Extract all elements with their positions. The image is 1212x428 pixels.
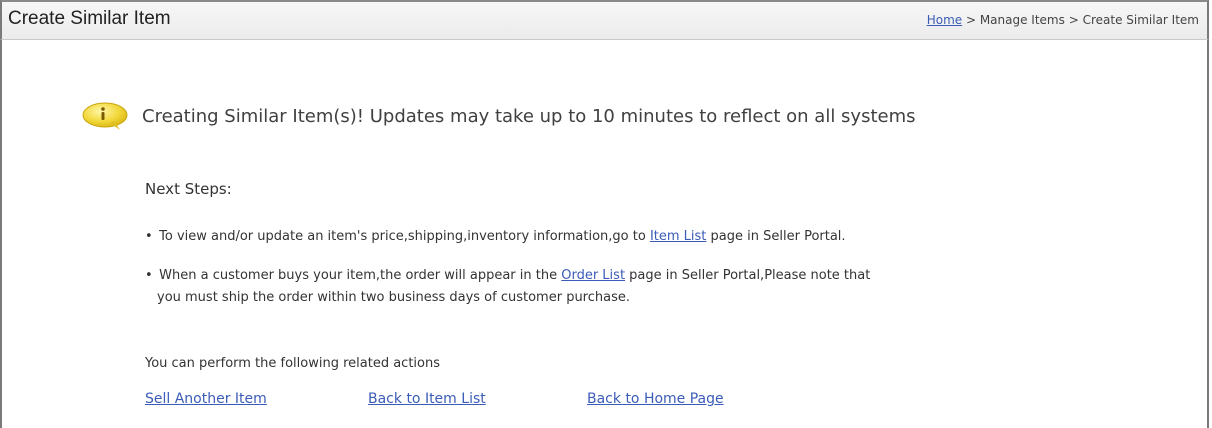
- step-text: page in Seller Portal,Please note that: [625, 268, 871, 283]
- status-message: Creating Similar Item(s)! Updates may ta…: [80, 101, 916, 131]
- back-to-item-list-link[interactable]: Back to Item List: [368, 391, 486, 407]
- breadcrumb: Home > Manage Items > Create Similar Ite…: [927, 13, 1199, 27]
- page-header: Create Similar Item Home > Manage Items …: [0, 0, 1209, 40]
- step-text: To view and/or update an item's price,sh…: [155, 229, 650, 244]
- next-step-item: • When a customer buys your item,the ord…: [145, 265, 1145, 309]
- bullet: •: [145, 268, 153, 283]
- back-to-home-page-link[interactable]: Back to Home Page: [587, 391, 724, 407]
- breadcrumb-separator: >: [962, 13, 980, 27]
- breadcrumb-manage-items: Manage Items: [979, 13, 1065, 27]
- info-bubble-icon: [80, 101, 130, 131]
- related-actions-label: You can perform the following related ac…: [145, 356, 441, 371]
- item-list-link[interactable]: Item List: [650, 229, 706, 244]
- breadcrumb-current: Create Similar Item: [1082, 13, 1199, 27]
- step-text: When a customer buys your item,the order…: [155, 268, 562, 283]
- next-step-item: • To view and/or update an item's price,…: [145, 226, 1145, 248]
- breadcrumb-home-link[interactable]: Home: [927, 13, 962, 27]
- status-message-text: Creating Similar Item(s)! Updates may ta…: [142, 105, 916, 127]
- step-text: page in Seller Portal.: [706, 229, 846, 244]
- next-steps-heading: Next Steps:: [145, 180, 232, 198]
- page-title: Create Similar Item: [8, 8, 171, 29]
- step-text-continuation: you must ship the order within two busin…: [157, 290, 631, 305]
- sell-another-item-link[interactable]: Sell Another Item: [145, 391, 267, 407]
- bullet: •: [145, 229, 153, 244]
- breadcrumb-separator: >: [1064, 13, 1083, 27]
- order-list-link[interactable]: Order List: [561, 268, 625, 283]
